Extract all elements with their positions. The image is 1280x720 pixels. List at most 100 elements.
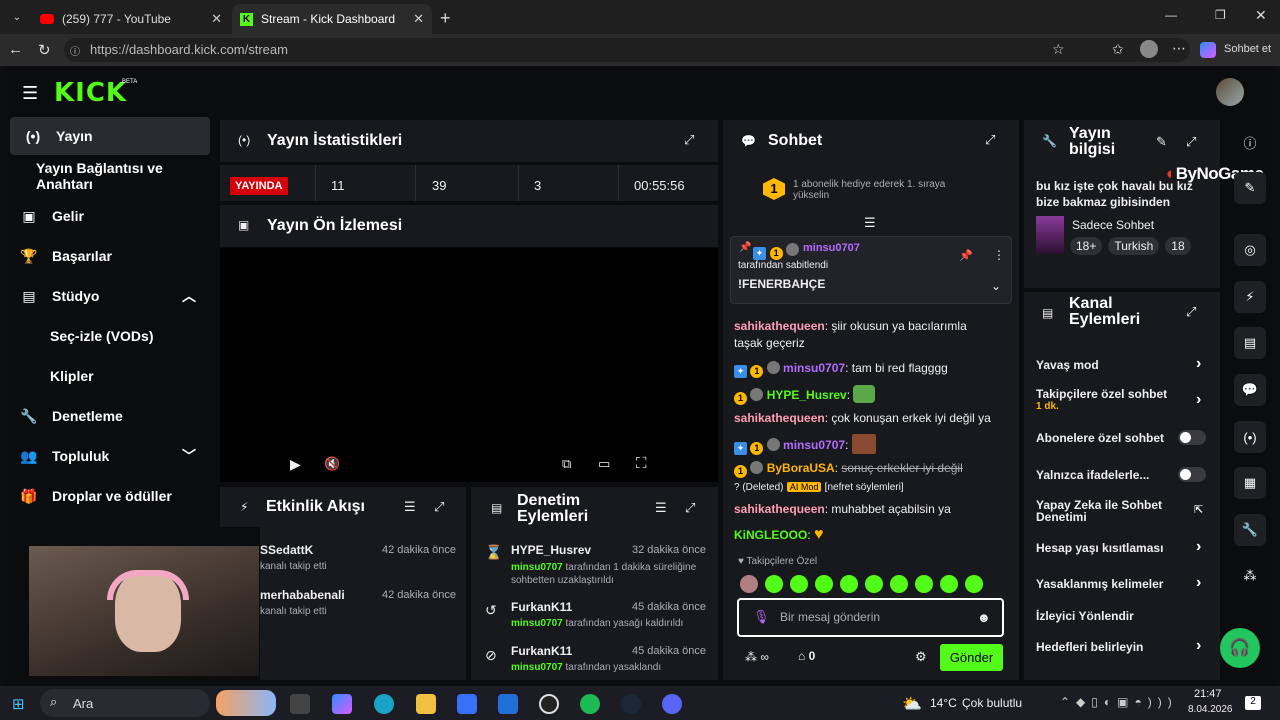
tab-list-icon[interactable]: ⌄ [8, 8, 26, 26]
action-slow-mode[interactable]: Yavaş mod › [1036, 355, 1208, 373]
close-window-icon[interactable]: ✕ [1255, 7, 1267, 24]
edge-icon[interactable] [374, 694, 394, 714]
obs-icon[interactable] [539, 694, 559, 714]
bolt-icon[interactable]: ⚡ [1234, 281, 1266, 313]
chat-bubble-icon[interactable]: 💬 [1234, 374, 1266, 406]
minimize-icon[interactable]: — [1165, 8, 1177, 22]
expand-icon[interactable]: ⤢ [1186, 304, 1196, 320]
filter-icon[interactable]: ☰ [404, 499, 416, 515]
sidebar-item-yayin[interactable]: (•) Yayın [10, 117, 210, 155]
broadcast-icon[interactable]: (•) [1234, 421, 1266, 453]
mail-icon[interactable] [498, 694, 518, 714]
expand-icon[interactable]: ⤢ [985, 132, 995, 148]
favorites-icon[interactable]: ✩ [1112, 41, 1124, 58]
tab-kick-dashboard[interactable]: K Stream - Kick Dashboard ✕ [232, 4, 432, 34]
sub-gift-prompt[interactable]: 1 abonelik hediye ederek 1. sıraya yükse… [793, 179, 963, 201]
pip-icon[interactable]: ⧉ [562, 456, 571, 472]
emote[interactable] [790, 575, 808, 593]
pin-icon[interactable]: 📌 [959, 249, 973, 262]
store-icon[interactable] [457, 694, 477, 714]
fullscreen-icon[interactable]: ⛶ [636, 455, 647, 472]
pinned-user[interactable]: minsu0707 [803, 242, 860, 254]
emote[interactable] [840, 575, 858, 593]
emote-bar[interactable] [740, 575, 1000, 593]
action-followers-only[interactable]: Takipçilere özel sohbet 1 dk. › [1036, 387, 1208, 417]
settings-gear-icon[interactable]: ⚙ [915, 649, 927, 665]
copilot-button[interactable]: Sohbet et [1224, 43, 1271, 55]
info-icon[interactable]: ⓘ [1234, 126, 1266, 158]
emote[interactable] [815, 575, 833, 593]
action-emotes-only[interactable]: Yalnızca ifadelerle... [1036, 467, 1208, 483]
taskbar-search[interactable]: ⌕ Ara [40, 689, 210, 717]
edit-icon[interactable]: ✎ [1234, 172, 1266, 204]
file-explorer-icon[interactable] [416, 694, 436, 714]
subs-only-toggle[interactable] [1178, 430, 1206, 445]
site-info-icon[interactable]: ⓘ [70, 43, 80, 58]
sidebar-item-vods[interactable]: Seç-izle (VODs) [50, 317, 210, 355]
action-account-age[interactable]: Hesap yaşı kısıtlaması › [1036, 538, 1208, 556]
edit-pencil-icon[interactable]: ✎ [1156, 134, 1167, 150]
sidebar-item-basarilar[interactable]: 🏆 Başarılar [6, 237, 206, 275]
sidebar-item-gelir[interactable]: ▣ Gelir [6, 197, 206, 235]
copilot-icon[interactable] [332, 694, 352, 714]
kick-logo[interactable]: KICK [54, 78, 127, 108]
chest-icon[interactable]: ⌂ 0 [798, 649, 815, 663]
mute-icon[interactable]: 🔇 [324, 456, 340, 472]
task-view-icon[interactable] [290, 694, 310, 714]
notification-badge[interactable]: 2 [1245, 696, 1261, 710]
theater-icon[interactable]: ▭ [598, 456, 610, 472]
emote[interactable] [915, 575, 933, 593]
camera-icon[interactable]: ◎ [1234, 234, 1266, 266]
chevron-down-icon[interactable]: ⌄ [991, 279, 1001, 293]
steam-icon[interactable] [621, 694, 641, 714]
support-headset-icon[interactable]: 🎧 [1220, 628, 1260, 668]
emote[interactable] [940, 575, 958, 593]
spotify-icon[interactable] [580, 694, 600, 714]
emote[interactable] [765, 575, 783, 593]
play-icon[interactable]: ▶ [290, 456, 301, 473]
tab-youtube[interactable]: (259) 777 - YouTube ✕ [32, 4, 230, 34]
wrench-icon[interactable]: 🔧 [1234, 514, 1266, 546]
sidebar-item-klipler[interactable]: Klipler [50, 357, 210, 395]
points-icon[interactable]: ⁂ [1234, 560, 1266, 592]
reload-icon[interactable]: ↻ [38, 41, 51, 59]
close-tab-icon[interactable]: ✕ [211, 11, 222, 27]
expand-icon[interactable]: ⤢ [434, 499, 444, 515]
search-highlight-icon[interactable] [216, 690, 276, 716]
points-icon[interactable]: ⁂ ∞ [745, 650, 769, 664]
action-banned-words[interactable]: Yasaklanmış kelimeler › [1036, 574, 1208, 592]
action-subs-only[interactable]: Abonelere özel sohbet [1036, 430, 1208, 446]
document-icon[interactable]: ▤ [1234, 327, 1266, 359]
stream-preview-player[interactable]: ▶ 🔇 ⧉ ▭ ⛶ [220, 248, 718, 482]
tray-icons[interactable]: ⌃◆▯◐▣◓))) [1060, 695, 1178, 709]
send-button[interactable]: Gönder [940, 644, 1003, 671]
emote[interactable] [965, 575, 983, 593]
action-goals[interactable]: Hedefleri belirleyin › [1036, 637, 1208, 655]
action-ai-moderation[interactable]: Yapay Zeka ile Sohbet Denetimi ⇱ [1036, 498, 1203, 524]
layout-icon[interactable]: ▦ [1234, 467, 1266, 499]
chat-input[interactable]: 🎙 Bir mesaj gönderin ☻ [737, 598, 1004, 637]
expand-icon[interactable]: ⤢ [1186, 134, 1196, 150]
discord-icon[interactable] [662, 694, 682, 714]
mic-icon[interactable]: 🎙 [753, 609, 770, 625]
new-tab-icon[interactable]: + [440, 8, 451, 29]
emotes-only-toggle[interactable] [1178, 467, 1206, 482]
windows-start-icon[interactable]: ⊞ [12, 695, 25, 713]
emoji-icon[interactable]: ☻ [977, 610, 991, 625]
back-icon[interactable]: ← [8, 41, 23, 58]
collapse-icon[interactable]: ☰ [864, 215, 876, 231]
sidebar-item-topluluk[interactable]: 👥 Topluluk ﹀ [6, 437, 206, 475]
sidebar-item-droplar[interactable]: 🎁 Droplar ve ödüller [6, 477, 206, 515]
action-raid[interactable]: İzleyici Yönlendir [1036, 608, 1208, 624]
user-avatar[interactable] [1216, 78, 1244, 106]
sidebar-item-studyo[interactable]: ▤ Stüdyo ︿ [6, 277, 206, 315]
emote[interactable] [740, 575, 758, 593]
menu-icon[interactable]: ☰ [22, 83, 38, 104]
emote[interactable] [890, 575, 908, 593]
sidebar-item-denetleme[interactable]: 🔧 Denetleme [6, 397, 206, 435]
expand-icon[interactable]: ⤢ [684, 132, 694, 148]
more-options-icon[interactable]: ⋮ [993, 248, 1005, 262]
favorite-star-icon[interactable]: ☆ [1052, 41, 1065, 58]
expand-icon[interactable]: ⤢ [685, 500, 695, 516]
profile-avatar[interactable] [1140, 40, 1158, 58]
